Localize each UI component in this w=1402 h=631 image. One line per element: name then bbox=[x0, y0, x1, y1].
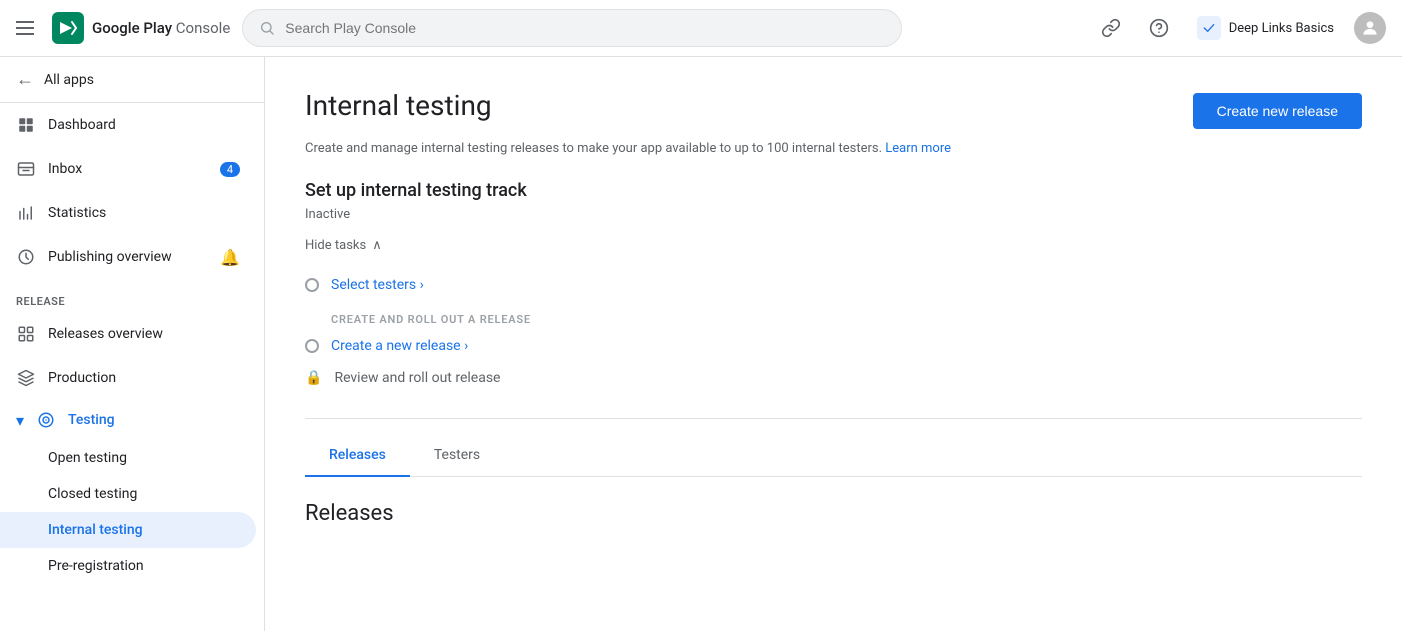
learn-more-link[interactable]: Learn more bbox=[885, 141, 951, 156]
play-console-logo bbox=[52, 12, 84, 44]
link-icon bbox=[1101, 18, 1121, 38]
select-testers-link[interactable]: Select testers › bbox=[331, 277, 424, 293]
avatar[interactable] bbox=[1354, 12, 1386, 44]
inbox-icon bbox=[16, 159, 36, 179]
dashboard-icon bbox=[16, 115, 36, 135]
help-button[interactable] bbox=[1141, 10, 1177, 46]
releases-overview-label: Releases overview bbox=[48, 326, 163, 342]
create-new-release-button[interactable]: Create new release bbox=[1193, 93, 1362, 129]
search-input[interactable] bbox=[285, 20, 885, 36]
topbar-right: Deep Links Basics bbox=[1093, 10, 1386, 46]
sidebar-item-internal-testing[interactable]: Internal testing bbox=[0, 512, 256, 548]
page-header: Internal testing Create new release bbox=[305, 89, 1362, 129]
logo-area: Google Play Console bbox=[52, 12, 230, 44]
dashboard-label: Dashboard bbox=[48, 117, 116, 133]
all-apps-button[interactable]: ← All apps bbox=[0, 57, 264, 103]
statistics-icon bbox=[16, 203, 36, 223]
task-list: Select testers › CREATE AND ROLL OUT A R… bbox=[305, 269, 1362, 394]
avatar-icon bbox=[1360, 18, 1380, 38]
divider bbox=[305, 418, 1362, 419]
bell-icon: 🔔 bbox=[220, 248, 240, 267]
all-apps-label: All apps bbox=[44, 72, 94, 88]
app-chip[interactable]: Deep Links Basics bbox=[1189, 12, 1342, 44]
search-icon bbox=[259, 20, 275, 36]
publishing-icon bbox=[16, 247, 36, 267]
chevron-down-icon: ▾ bbox=[16, 411, 24, 430]
lock-icon: 🔒 bbox=[305, 370, 322, 386]
release-section-label: Release bbox=[0, 279, 264, 312]
task-item-select-testers: Select testers › bbox=[305, 269, 1362, 301]
inbox-label: Inbox bbox=[48, 161, 82, 177]
sidebar-item-statistics[interactable]: Statistics bbox=[0, 191, 256, 235]
sidebar-item-open-testing[interactable]: Open testing bbox=[0, 440, 264, 476]
app-chip-icon bbox=[1197, 16, 1221, 40]
back-arrow-icon: ← bbox=[16, 69, 34, 90]
review-rollout-label: Review and roll out release bbox=[334, 370, 500, 386]
sidebar-item-inbox[interactable]: Inbox 4 bbox=[0, 147, 256, 191]
topbar: Google Play Console bbox=[0, 0, 1402, 57]
page-description: Create and manage internal testing relea… bbox=[305, 141, 1362, 156]
sidebar-item-testing[interactable]: ▾ Testing bbox=[0, 400, 264, 440]
task-item-review-rollout: 🔒 Review and roll out release bbox=[305, 362, 1362, 394]
app-chip-name: Deep Links Basics bbox=[1229, 21, 1334, 36]
task-circle-icon bbox=[305, 278, 319, 292]
tab-releases[interactable]: Releases bbox=[305, 435, 410, 477]
testing-icon bbox=[36, 410, 56, 430]
production-label: Production bbox=[48, 370, 116, 386]
task-circle-2-icon bbox=[305, 339, 319, 353]
create-new-release-link[interactable]: Create a new release › bbox=[331, 338, 468, 354]
create-rollout-label: CREATE AND ROLL OUT A RELEASE bbox=[305, 301, 1362, 330]
sidebar-item-releases-overview[interactable]: Releases overview bbox=[0, 312, 256, 356]
task-item-create-release: Create a new release › bbox=[305, 330, 1362, 362]
sidebar-item-production[interactable]: Production bbox=[0, 356, 256, 400]
hide-tasks-label: Hide tasks bbox=[305, 238, 366, 253]
releases-overview-icon bbox=[16, 324, 36, 344]
sidebar-item-publishing[interactable]: Publishing overview 🔔 bbox=[0, 235, 256, 279]
chevron-up-icon: ∧ bbox=[372, 238, 382, 253]
logo-text: Google Play Console bbox=[92, 19, 230, 37]
status-label: Inactive bbox=[305, 207, 1362, 222]
hide-tasks-row[interactable]: Hide tasks ∧ bbox=[305, 238, 1362, 253]
link-button[interactable] bbox=[1093, 10, 1129, 46]
content-area: Internal testing Create new release Crea… bbox=[265, 57, 1402, 631]
sidebar-item-dashboard[interactable]: Dashboard bbox=[0, 103, 256, 147]
help-icon bbox=[1149, 18, 1169, 38]
page-title: Internal testing bbox=[305, 89, 492, 122]
statistics-label: Statistics bbox=[48, 205, 106, 221]
sidebar-item-closed-testing[interactable]: Closed testing bbox=[0, 476, 264, 512]
releases-section-title: Releases bbox=[305, 501, 1362, 526]
publishing-label: Publishing overview bbox=[48, 249, 172, 265]
menu-button[interactable] bbox=[16, 16, 40, 40]
tab-testers[interactable]: Testers bbox=[410, 435, 504, 477]
tabs: Releases Testers bbox=[305, 435, 1362, 477]
app-icon bbox=[1201, 20, 1217, 36]
setup-section-title: Set up internal testing track bbox=[305, 180, 1362, 201]
testing-label: Testing bbox=[68, 412, 115, 428]
sidebar: ← All apps Dashboard bbox=[0, 57, 265, 631]
inbox-badge: 4 bbox=[220, 162, 240, 177]
sidebar-item-pre-registration[interactable]: Pre-registration bbox=[0, 548, 264, 584]
production-icon bbox=[16, 368, 36, 388]
search-bar[interactable] bbox=[242, 9, 902, 47]
main-layout: ← All apps Dashboard bbox=[0, 57, 1402, 631]
